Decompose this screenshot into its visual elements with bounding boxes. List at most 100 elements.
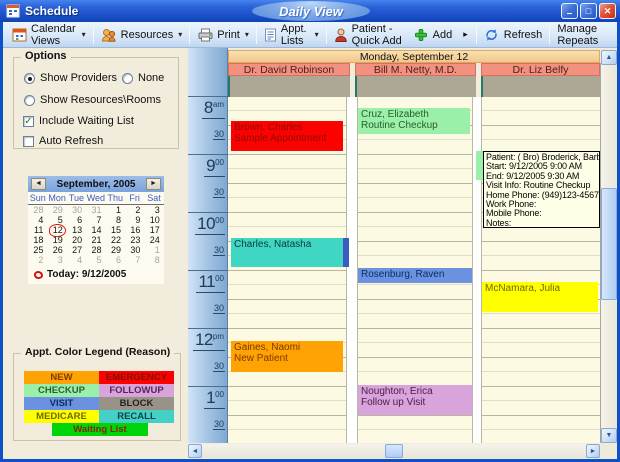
- horizontal-scroll-thumb[interactable]: [385, 444, 403, 458]
- calendar-date-cell[interactable]: 11: [28, 225, 47, 235]
- appointment-text: McNamara, Julia: [485, 284, 595, 295]
- calendar-date-cell[interactable]: 6: [106, 255, 125, 265]
- chevron-down-icon: ▾: [178, 30, 182, 39]
- legend-item-checkup: CHECKUP: [24, 384, 99, 397]
- calendar-date-cell[interactable]: 6: [67, 215, 86, 225]
- toolbar-button-print[interactable]: Print▾: [192, 25, 254, 44]
- schedule-column-3[interactable]: [482, 97, 600, 443]
- calendar-date-cell[interactable]: 21: [86, 235, 105, 245]
- appt-mcnamara-julia[interactable]: McNamara, Julia: [482, 282, 598, 312]
- toolbar-button-patient-quick-add[interactable]: Patient - Quick Add: [329, 21, 408, 49]
- calendar-date-cell[interactable]: 23: [125, 235, 144, 245]
- vertical-scroll-thumb[interactable]: [601, 188, 617, 300]
- toolbar-separator: [189, 26, 190, 44]
- calendar-date-cell[interactable]: 7: [125, 255, 144, 265]
- tooltip-line: Notes:: [486, 219, 597, 228]
- checkbox-icon[interactable]: ✓: [23, 116, 34, 127]
- calendar-date-cell[interactable]: 13: [67, 225, 86, 235]
- calendar-day-name: Sat: [144, 192, 163, 204]
- calendar-date-cell[interactable]: 2: [28, 255, 47, 265]
- calendar-date-cell[interactable]: 27: [67, 245, 86, 255]
- flyout-arrow-icon[interactable]: ▸: [463, 29, 468, 40]
- toolbar-button-calendar-views[interactable]: Calendar Views▾: [7, 21, 91, 49]
- toolbar-button-label: Resources: [121, 29, 174, 41]
- calendar-date-cell[interactable]: 25: [28, 245, 47, 255]
- scroll-down-button[interactable]: ▼: [601, 428, 617, 443]
- calendar-date-cell[interactable]: 29: [106, 245, 125, 255]
- calendar-date-cell[interactable]: 19: [47, 235, 66, 245]
- horizontal-scrollbar[interactable]: ◄ ►: [188, 444, 600, 458]
- calendar-date-cell[interactable]: 18: [28, 235, 47, 245]
- calendar-date-cell[interactable]: 5: [86, 255, 105, 265]
- close-button[interactable]: ✕: [599, 3, 616, 19]
- provider-header-1[interactable]: Dr. David Robinson: [228, 63, 350, 76]
- hour-label-1000: 100030: [188, 212, 228, 270]
- calendar-date-cell[interactable]: 30: [125, 245, 144, 255]
- appt-cruz-elizabeth[interactable]: Cruz, ElizabethRoutine Checkup: [358, 108, 470, 134]
- toolbar-button-add[interactable]: Add: [408, 25, 458, 44]
- calendar-date-cell[interactable]: 8: [106, 215, 125, 225]
- calendar-date-cell[interactable]: 10: [144, 215, 163, 225]
- radio-none[interactable]: None: [122, 72, 164, 84]
- calendar-date-cell[interactable]: 28: [86, 245, 105, 255]
- toolbar-button-refresh[interactable]: Refresh: [479, 25, 548, 44]
- appt-noughton-erica[interactable]: Noughton, EricaFollow up Visit: [358, 385, 472, 415]
- calendar-date-cell[interactable]: 20: [67, 235, 86, 245]
- calendar-date-cell[interactable]: 29: [47, 205, 66, 215]
- calendar-date-cell[interactable]: 7: [86, 215, 105, 225]
- toolbar-button-manage-repeats[interactable]: Manage Repeats: [552, 21, 613, 49]
- calendar-date-cell[interactable]: 4: [28, 215, 47, 225]
- calendar-date-cell[interactable]: 16: [125, 225, 144, 235]
- minimize-button[interactable]: –: [561, 3, 578, 19]
- calendar-date-cell[interactable]: 3: [144, 205, 163, 215]
- calendar-date-cell[interactable]: 31: [86, 205, 105, 215]
- toolbar-button-resources[interactable]: Resources ▾: [96, 25, 188, 44]
- provider-header-2[interactable]: Bill M. Netty, M.D.: [355, 63, 476, 76]
- calendar-date-cell[interactable]: 15: [106, 225, 125, 235]
- calendar-prev-button[interactable]: ◄: [31, 178, 46, 190]
- scroll-left-button[interactable]: ◄: [188, 444, 202, 458]
- calendar-date-cell[interactable]: 26: [47, 245, 66, 255]
- scroll-right-button[interactable]: ►: [586, 444, 600, 458]
- appt-rosenburg-raven[interactable]: Rosenburg, Raven: [358, 268, 472, 283]
- calendar-date-cell[interactable]: 4: [67, 255, 86, 265]
- maximize-button[interactable]: □: [580, 3, 597, 19]
- radio-icon[interactable]: [24, 73, 35, 84]
- radio-show-resources[interactable]: Show Resources\Rooms: [24, 94, 161, 106]
- appt-lists-icon: [264, 27, 277, 42]
- radio-icon[interactable]: [24, 95, 35, 106]
- radio-icon[interactable]: [122, 73, 133, 84]
- column-separator: [346, 97, 358, 443]
- calendar-date-cell[interactable]: 30: [67, 205, 86, 215]
- appt-gaines-naomi[interactable]: Gaines, NaomiNew Patient: [231, 341, 343, 372]
- calendar-date-cell[interactable]: 1: [106, 205, 125, 215]
- calendar-date-cell[interactable]: 1: [144, 245, 163, 255]
- check-include-waiting-list[interactable]: ✓ Include Waiting List: [23, 115, 134, 127]
- vertical-scrollbar[interactable]: ▲ ▼: [601, 50, 617, 443]
- calendar-next-button[interactable]: ►: [146, 178, 161, 190]
- calendar-date-cell[interactable]: 14: [86, 225, 105, 235]
- appt-broderick-sliver[interactable]: [476, 151, 483, 180]
- check-auto-refresh[interactable]: Auto Refresh: [23, 135, 103, 147]
- appt-brown-charles[interactable]: Brown, CharlesSample Appointment: [231, 121, 343, 151]
- appt-hidden-sliver[interactable]: [343, 238, 349, 267]
- title-bar[interactable]: Schedule Daily View – □ ✕: [0, 0, 620, 22]
- checkbox-icon[interactable]: [23, 136, 34, 147]
- radio-show-providers[interactable]: Show Providers: [24, 72, 117, 84]
- calendar-date-cell[interactable]: 9: [125, 215, 144, 225]
- appt-charles-natasha[interactable]: Charles, Natasha: [231, 238, 343, 267]
- calendar-today-row[interactable]: Today: 9/12/2005: [28, 269, 164, 280]
- calendar-date-cell[interactable]: 8: [144, 255, 163, 265]
- today-label: Today: 9/12/2005: [47, 269, 126, 280]
- provider-header-3[interactable]: Dr. Liz Belfy: [481, 63, 600, 76]
- calendar-date-cell[interactable]: 28: [28, 205, 47, 215]
- calendar-date-cell[interactable]: 2: [125, 205, 144, 215]
- scroll-up-button[interactable]: ▲: [601, 50, 617, 65]
- calendar-date-cell[interactable]: 17: [144, 225, 163, 235]
- calendar-date-cell[interactable]: 3: [47, 255, 66, 265]
- calendar-date-cell[interactable]: 22: [106, 235, 125, 245]
- calendar-date-cell[interactable]: 12: [47, 225, 66, 235]
- calendar-date-cell[interactable]: 24: [144, 235, 163, 245]
- calendar-day-name: Wed: [86, 192, 105, 204]
- toolbar-button-appt-lists[interactable]: Appt. Lists▾: [259, 21, 324, 49]
